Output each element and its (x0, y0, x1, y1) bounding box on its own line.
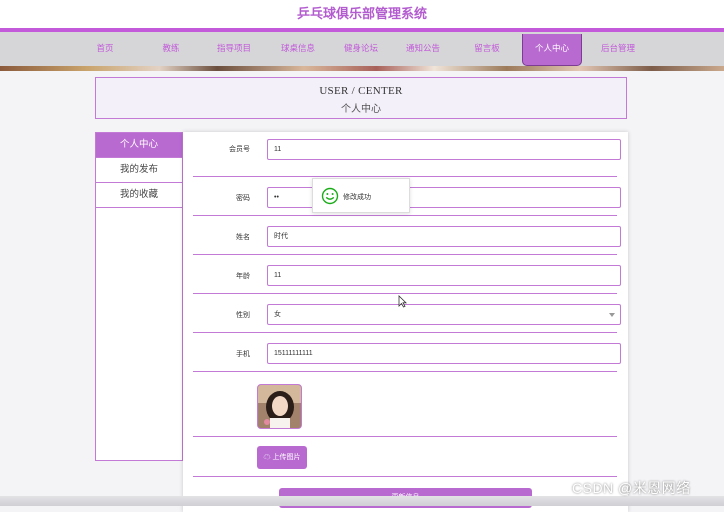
sidebar: 个人中心 我的发布 我的收藏 (95, 132, 183, 461)
age-label: 年龄 (236, 273, 250, 280)
gender-select[interactable]: 女 (267, 304, 621, 325)
member-no-label: 会员号 (229, 146, 250, 153)
nav-home[interactable]: 首页 (82, 34, 128, 66)
chevron-down-icon (609, 313, 615, 317)
watermark: CSDN @米恩网络 (572, 480, 691, 496)
page-title-en: USER / CENTER (319, 85, 403, 97)
phone-input[interactable]: 15111111111 (267, 343, 621, 364)
nav-table-info[interactable]: 球桌信息 (274, 34, 322, 66)
nav-personal-center[interactable]: 个人中心 (522, 34, 582, 66)
form-row-upload (193, 436, 617, 477)
form-row-member-no: 会员号 11 (193, 139, 621, 177)
smile-icon (321, 187, 339, 205)
banner-image (0, 66, 724, 71)
site-title: 乒乓球俱乐部管理系统 (0, 0, 724, 28)
sidebar-item-my-posts[interactable]: 我的发布 (96, 158, 182, 183)
form-row-avatar (193, 371, 617, 437)
page-title-cn: 个人中心 (341, 104, 381, 115)
sidebar-item-personal-center[interactable]: 个人中心 (96, 133, 182, 158)
nav-guidance-projects[interactable]: 指导项目 (210, 34, 258, 66)
gender-label: 性别 (236, 312, 250, 319)
nav-admin[interactable]: 后台管理 (594, 34, 642, 66)
form-row-phone: 手机 15111111111 (193, 332, 621, 372)
form-row-name: 姓名 时代 (193, 215, 621, 255)
toast-message: 修改成功 (343, 194, 371, 201)
member-no-input[interactable]: 11 (267, 139, 621, 160)
nav-coach[interactable]: 教练 (148, 34, 194, 66)
mouse-cursor-icon (398, 295, 407, 308)
nav-message-board[interactable]: 留言板 (464, 34, 510, 66)
page-header: USER / CENTER 个人中心 (95, 77, 627, 119)
gender-select-value: 女 (274, 311, 281, 318)
name-label: 姓名 (236, 234, 250, 241)
nav-fitness-forum[interactable]: 健身论坛 (337, 34, 385, 66)
sidebar-item-my-favorites[interactable]: 我的收藏 (96, 183, 182, 208)
success-toast: 修改成功 (312, 178, 410, 213)
age-input[interactable]: 11 (267, 265, 621, 286)
nav-notices[interactable]: 通知公告 (399, 34, 447, 66)
form-row-age: 年龄 11 (193, 254, 621, 294)
phone-label: 手机 (236, 351, 250, 358)
password-label: 密码 (236, 195, 250, 202)
main-nav: 首页 教练 指导项目 球桌信息 健身论坛 通知公告 留言板 个人中心 后台管理 (0, 28, 724, 66)
name-input[interactable]: 时代 (267, 226, 621, 247)
